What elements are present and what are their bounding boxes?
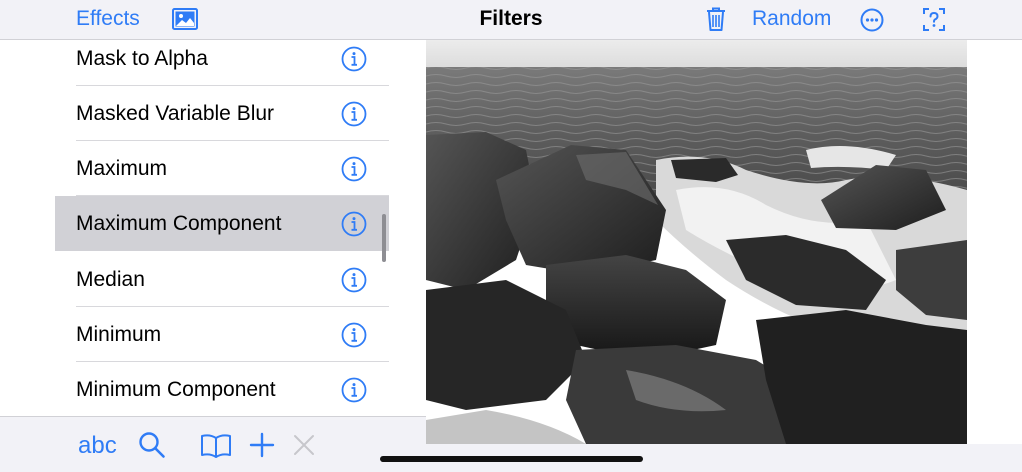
top-toolbar: Effects Filters Random [0, 0, 1022, 40]
list-item[interactable]: Mask to Alpha [55, 40, 389, 86]
filter-label: Mask to Alpha [76, 47, 208, 70]
filter-label: Masked Variable Blur [76, 102, 275, 125]
trash-icon[interactable] [705, 6, 727, 32]
list-item-selected[interactable]: Maximum Component [55, 196, 389, 251]
info-icon[interactable] [341, 101, 367, 127]
left-margin [0, 40, 55, 416]
filter-label: Median [76, 268, 145, 291]
list-item[interactable]: Minimum Component [55, 362, 389, 416]
panel-divider [389, 40, 426, 416]
random-button[interactable]: Random [752, 7, 831, 31]
info-icon[interactable] [341, 322, 367, 348]
info-icon[interactable] [341, 377, 367, 403]
filter-label: Minimum Component [76, 378, 276, 401]
info-icon[interactable] [341, 156, 367, 182]
home-indicator[interactable] [380, 456, 643, 462]
more-icon[interactable] [860, 8, 884, 32]
filter-label: Maximum [76, 157, 168, 180]
filter-label: Maximum Component [76, 212, 282, 235]
photo-icon[interactable] [172, 8, 198, 30]
plus-icon[interactable] [249, 432, 275, 458]
filter-list[interactable]: Mask to Alpha Masked Variable Blur Maxim… [55, 40, 389, 416]
info-icon[interactable] [341, 211, 367, 237]
photo-preview [426, 40, 967, 444]
list-item[interactable]: Maximum [55, 141, 389, 196]
list-item[interactable]: Median [55, 252, 389, 307]
list-item[interactable]: Masked Variable Blur [55, 86, 389, 141]
abc-button[interactable]: abc [78, 432, 117, 460]
effects-button[interactable]: Effects [76, 7, 140, 31]
close-icon[interactable] [292, 433, 316, 457]
scroll-indicator[interactable] [382, 214, 386, 262]
search-icon[interactable] [138, 431, 166, 459]
filter-label: Minimum [76, 323, 162, 346]
book-icon[interactable] [200, 433, 232, 459]
help-icon[interactable] [922, 7, 946, 32]
bottom-toolbar: abc [0, 416, 426, 472]
info-icon[interactable] [341, 267, 367, 293]
info-icon[interactable] [341, 46, 367, 72]
list-item[interactable]: Minimum [55, 307, 389, 362]
